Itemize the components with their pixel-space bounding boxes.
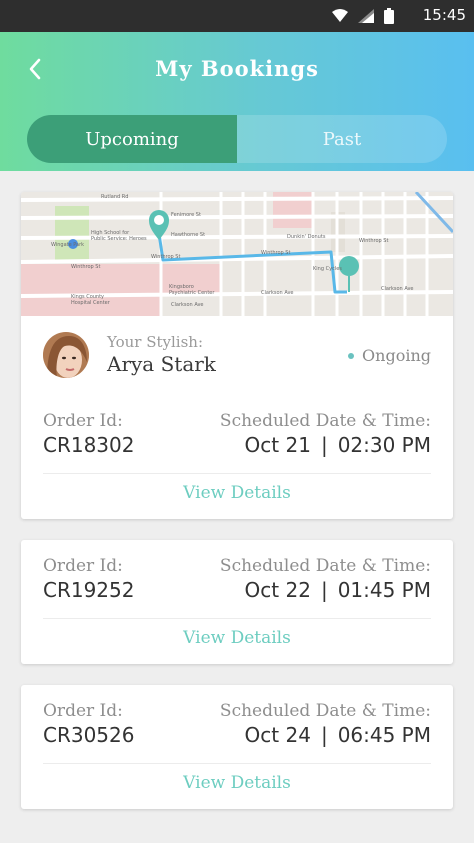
map-view[interactable]: Rutland Rd Fenimore St Hawthorne St Wint…: [21, 192, 453, 316]
battery-icon: [384, 8, 394, 24]
svg-text:Rutland Rd: Rutland Rd: [101, 194, 128, 200]
svg-text:Winthrop St: Winthrop St: [359, 238, 388, 244]
divider: [43, 473, 431, 474]
svg-text:Winthrop St: Winthrop St: [151, 254, 180, 260]
stylist-label: Your Stylish:: [107, 333, 204, 351]
status-bar: 15:45: [0, 0, 474, 32]
page-title: My Bookings: [155, 56, 319, 81]
schedule-label: Scheduled Date & Time:: [219, 701, 431, 721]
svg-text:Psychiatric Center: Psychiatric Center: [169, 290, 215, 296]
schedule-value: Oct 24 | 06:45 PM: [245, 723, 431, 747]
tab-past[interactable]: Past: [237, 115, 447, 163]
stylist-name: Arya Stark: [107, 352, 216, 376]
schedule-date: Oct 22: [244, 578, 311, 602]
view-details-link[interactable]: View Details: [21, 628, 453, 648]
svg-text:Fenimore St: Fenimore St: [171, 212, 201, 218]
schedule-label: Scheduled Date & Time:: [219, 411, 431, 431]
order-id-value: CR18302: [43, 433, 135, 457]
svg-text:Clarkson Ave: Clarkson Ave: [381, 286, 413, 292]
tab-upcoming[interactable]: Upcoming: [27, 115, 237, 163]
schedule-separator: |: [320, 433, 328, 457]
status-icons: [332, 8, 394, 24]
view-details-link[interactable]: View Details: [21, 773, 453, 793]
app-header: My Bookings Upcoming Past: [0, 32, 474, 171]
booking-tabs: Upcoming Past: [27, 115, 447, 163]
schedule-separator: |: [320, 578, 328, 602]
view-details-link[interactable]: View Details: [21, 483, 453, 503]
svg-text:Clarkson Ave: Clarkson Ave: [171, 302, 203, 308]
stylist-row: Your Stylish: Arya Stark Ongoing: [21, 316, 453, 392]
clock: 15:45: [422, 6, 466, 24]
order-id-label: Order Id:: [43, 701, 123, 721]
order-info: Order Id: Scheduled Date & Time: CR18302…: [21, 395, 453, 519]
order-id-value: CR19252: [43, 578, 135, 602]
order-id-label: Order Id:: [43, 556, 123, 576]
booking-card: Order Id: Scheduled Date & Time: CR30526…: [21, 685, 453, 809]
status-badge: Ongoing: [348, 346, 431, 365]
svg-text:Hospital Center: Hospital Center: [71, 300, 111, 306]
order-id-label: Order Id:: [43, 411, 123, 431]
status-text: Ongoing: [362, 346, 431, 365]
schedule-value: Oct 22 | 01:45 PM: [245, 578, 431, 602]
svg-text:Clarkson Ave: Clarkson Ave: [261, 290, 293, 296]
booking-card: Rutland Rd Fenimore St Hawthorne St Wint…: [21, 192, 453, 519]
schedule-separator: |: [320, 723, 328, 747]
stylist-avatar: [43, 332, 89, 378]
schedule-label: Scheduled Date & Time:: [219, 556, 431, 576]
svg-text:Winthrop St: Winthrop St: [71, 264, 100, 270]
svg-text:King Cycles: King Cycles: [313, 266, 342, 272]
signal-icon: [358, 9, 374, 23]
schedule-time: 02:30 PM: [337, 433, 431, 457]
svg-text:Dunkin' Donuts: Dunkin' Donuts: [287, 234, 326, 240]
order-id-value: CR30526: [43, 723, 135, 747]
svg-text:Winthrop St: Winthrop St: [261, 250, 290, 256]
schedule-date: Oct 24: [244, 723, 311, 747]
svg-text:Public Service: Heroes: Public Service: Heroes: [91, 236, 147, 242]
status-dot-icon: [348, 352, 355, 359]
order-info: Order Id: Scheduled Date & Time: CR30526…: [21, 685, 453, 809]
svg-text:Wingate Park: Wingate Park: [51, 242, 84, 248]
divider: [43, 763, 431, 764]
wifi-icon: [332, 9, 348, 22]
schedule-time: 06:45 PM: [337, 723, 431, 747]
order-info: Order Id: Scheduled Date & Time: CR19252…: [21, 540, 453, 664]
schedule-date: Oct 21: [244, 433, 311, 457]
schedule-time: 01:45 PM: [337, 578, 431, 602]
divider: [43, 618, 431, 619]
schedule-value: Oct 21 | 02:30 PM: [245, 433, 431, 457]
booking-card: Order Id: Scheduled Date & Time: CR19252…: [21, 540, 453, 664]
svg-text:Hawthorne St: Hawthorne St: [171, 232, 205, 238]
